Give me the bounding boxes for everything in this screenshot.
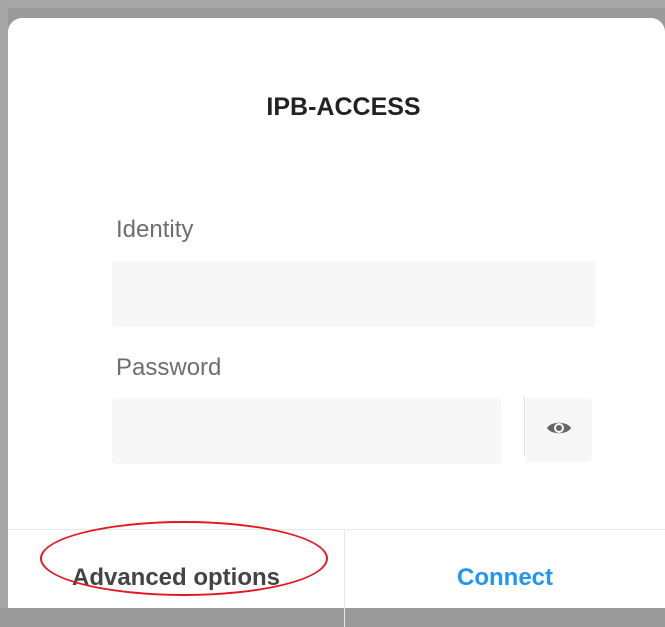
identity-label: Identity — [116, 216, 194, 243]
background-overlay-left — [0, 0, 8, 608]
dialog-title: IPB-ACCESS — [266, 93, 421, 121]
advanced-options-button[interactable]: Advanced options — [8, 530, 344, 626]
dialog-footer: Advanced options Connect — [8, 529, 665, 627]
identity-input[interactable] — [112, 261, 596, 327]
background-overlay-top — [0, 0, 665, 8]
connect-button[interactable]: Connect — [345, 530, 665, 626]
password-input[interactable] — [112, 398, 501, 464]
password-label: Password — [116, 354, 222, 381]
wifi-login-dialog: IPB-ACCESS Identity Password Advanced op… — [8, 18, 665, 627]
eye-icon — [546, 419, 572, 442]
password-divider — [524, 396, 525, 456]
show-password-button[interactable] — [526, 398, 592, 462]
